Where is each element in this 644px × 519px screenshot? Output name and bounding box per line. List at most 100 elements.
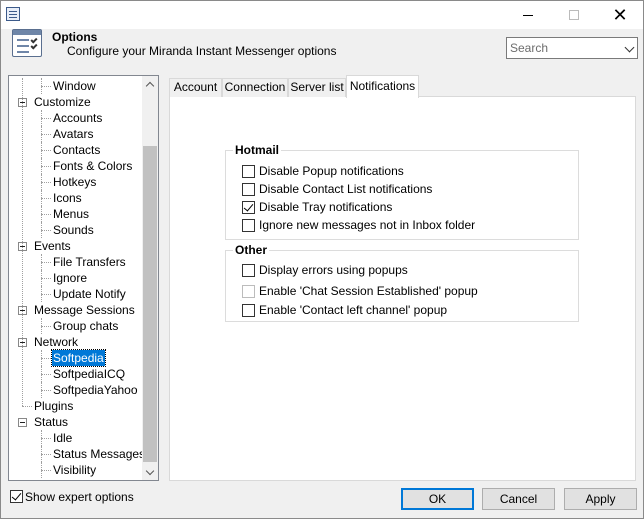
option-label: Enable 'Contact left channel' popup bbox=[259, 303, 448, 317]
option-label: Enable 'Chat Session Established' popup bbox=[259, 284, 478, 298]
tree-item[interactable]: SoftpediaICQ bbox=[9, 366, 143, 382]
tree-item[interactable]: Ignore bbox=[9, 270, 143, 286]
tree-category[interactable]: Plugins bbox=[9, 398, 143, 414]
tree-item[interactable]: SoftpediaYahoo bbox=[9, 382, 143, 398]
tab-account[interactable]: Account bbox=[169, 78, 222, 97]
tree-item-label: SoftpediaICQ bbox=[53, 367, 126, 381]
tree-item-label: Avatars bbox=[53, 127, 94, 141]
option-label: Disable Tray notifications bbox=[259, 200, 393, 214]
tree-item[interactable]: Accounts bbox=[9, 110, 143, 126]
search-placeholder: Search bbox=[510, 41, 549, 55]
tree-item[interactable]: Menus bbox=[9, 206, 143, 222]
ok-button[interactable]: OK bbox=[401, 488, 474, 510]
checkbox-box[interactable] bbox=[242, 183, 255, 196]
tree-item[interactable]: Avatars bbox=[9, 126, 143, 142]
tree-item[interactable]: Softpedia bbox=[9, 349, 143, 367]
tree-item-label: Contacts bbox=[53, 143, 101, 157]
search-input[interactable]: Search bbox=[506, 37, 638, 59]
tree-item-label: Idle bbox=[53, 431, 73, 445]
options-window: ✕ Options Configure your Miranda Instant… bbox=[0, 0, 644, 519]
tree-item-label: File Transfers bbox=[53, 255, 126, 269]
option-label: Ignore new messages not in Inbox folder bbox=[259, 218, 476, 232]
tree-item[interactable]: Hotkeys bbox=[9, 174, 143, 190]
checkbox-box[interactable] bbox=[10, 490, 23, 503]
cancel-button[interactable]: Cancel bbox=[482, 488, 555, 510]
tree-item[interactable]: File Transfers bbox=[9, 254, 143, 270]
tree-item[interactable]: Icons bbox=[9, 190, 143, 206]
tab-server-list[interactable]: Server list bbox=[288, 78, 346, 97]
tree-item-label: Window bbox=[53, 79, 96, 93]
tree-item-label: Ignore bbox=[53, 271, 88, 285]
option-label: Disable Contact List notifications bbox=[259, 182, 433, 196]
tree-item[interactable]: Visibility bbox=[9, 462, 143, 478]
tree-item-label: Status bbox=[34, 415, 69, 429]
tree-list: Window Customize Accounts Avatars Contacts Fo… bbox=[9, 78, 146, 478]
tree-item-label: Plugins bbox=[34, 399, 74, 413]
tree-item-label: Visibility bbox=[53, 463, 97, 477]
show-expert-options-label: Show expert options bbox=[25, 490, 134, 504]
tree-item-label: Sounds bbox=[53, 223, 94, 237]
tree-item-label: Fonts & Colors bbox=[53, 159, 133, 173]
tree-scrollbar[interactable] bbox=[142, 76, 158, 480]
app-icon[interactable] bbox=[6, 7, 20, 21]
minimize-button[interactable] bbox=[505, 1, 551, 29]
other-group-title: Other bbox=[233, 243, 270, 257]
tab-connection[interactable]: Connection bbox=[222, 78, 288, 97]
options-icon bbox=[12, 29, 42, 57]
tree-item-label: Group chats bbox=[53, 319, 119, 333]
tree-category[interactable]: Message Sessions bbox=[9, 302, 143, 318]
option-label: Display errors using popups bbox=[259, 263, 408, 277]
checkbox-box[interactable] bbox=[242, 285, 255, 298]
tree-item-label: Menus bbox=[53, 207, 90, 221]
minimize-icon bbox=[523, 14, 533, 16]
tree-item-label: Hotkeys bbox=[53, 175, 97, 189]
tree-item-label: Customize bbox=[34, 95, 91, 109]
tree-item-label: Events bbox=[34, 239, 71, 253]
tree-item[interactable]: Group chats bbox=[9, 318, 143, 334]
tree-item[interactable]: Sounds bbox=[9, 222, 143, 238]
close-icon: ✕ bbox=[612, 4, 628, 26]
chevron-down-icon[interactable] bbox=[624, 42, 635, 53]
tree-item[interactable]: Fonts & Colors bbox=[9, 158, 143, 174]
chevron-down-icon bbox=[145, 466, 155, 475]
tree-category[interactable]: Status bbox=[9, 414, 143, 430]
options-tree[interactable]: Window Customize Accounts Avatars Contacts Fo… bbox=[8, 75, 159, 481]
tree-item[interactable]: Update Notify bbox=[9, 286, 143, 302]
scroll-up-button[interactable] bbox=[142, 76, 158, 92]
tree-item[interactable]: Contacts bbox=[9, 142, 143, 158]
scroll-down-button[interactable] bbox=[142, 464, 158, 480]
tree-item-label: Message Sessions bbox=[34, 303, 135, 317]
tree-item[interactable]: Window bbox=[9, 78, 143, 94]
apply-button[interactable]: Apply bbox=[564, 488, 637, 510]
maximize-icon bbox=[569, 10, 579, 20]
page-title: Options bbox=[52, 30, 98, 44]
tree-item-label: Network bbox=[34, 335, 79, 349]
checkbox-box[interactable] bbox=[242, 201, 255, 214]
tree-item-label: Update Notify bbox=[53, 287, 126, 301]
title-bar: ✕ bbox=[1, 1, 643, 29]
tree-item-label: Icons bbox=[53, 191, 82, 205]
tree-item-label: Status Messages bbox=[53, 447, 146, 461]
tree-item[interactable]: Status Messages bbox=[9, 446, 146, 462]
tree-category[interactable]: Customize bbox=[9, 94, 143, 110]
checkbox-box[interactable] bbox=[242, 219, 255, 232]
checkbox-box[interactable] bbox=[242, 264, 255, 277]
page-subtitle: Configure your Miranda Instant Messenger… bbox=[67, 44, 337, 58]
scroll-thumb[interactable] bbox=[143, 146, 157, 462]
collapse-icon[interactable] bbox=[18, 418, 27, 427]
tree-category[interactable]: Network bbox=[9, 334, 143, 350]
close-button[interactable]: ✕ bbox=[597, 1, 643, 29]
hotmail-group: Hotmail Disable Popup notifications Disab… bbox=[225, 143, 579, 240]
tree-item-label: SoftpediaYahoo bbox=[53, 383, 138, 397]
maximize-button[interactable] bbox=[551, 1, 597, 29]
tab-notifications[interactable]: Notifications bbox=[346, 75, 419, 98]
chevron-up-icon bbox=[145, 81, 155, 90]
checkbox-box[interactable] bbox=[242, 165, 255, 178]
tree-category[interactable]: Events bbox=[9, 238, 143, 254]
tree-item[interactable]: Idle bbox=[9, 430, 143, 446]
checkbox-box[interactable] bbox=[242, 304, 255, 317]
tree-guide-line bbox=[22, 78, 23, 406]
tree-item-label: Softpedia bbox=[51, 349, 106, 367]
options-header: Options Configure your Miranda Instant M… bbox=[1, 29, 643, 65]
option-label: Disable Popup notifications bbox=[259, 164, 404, 178]
